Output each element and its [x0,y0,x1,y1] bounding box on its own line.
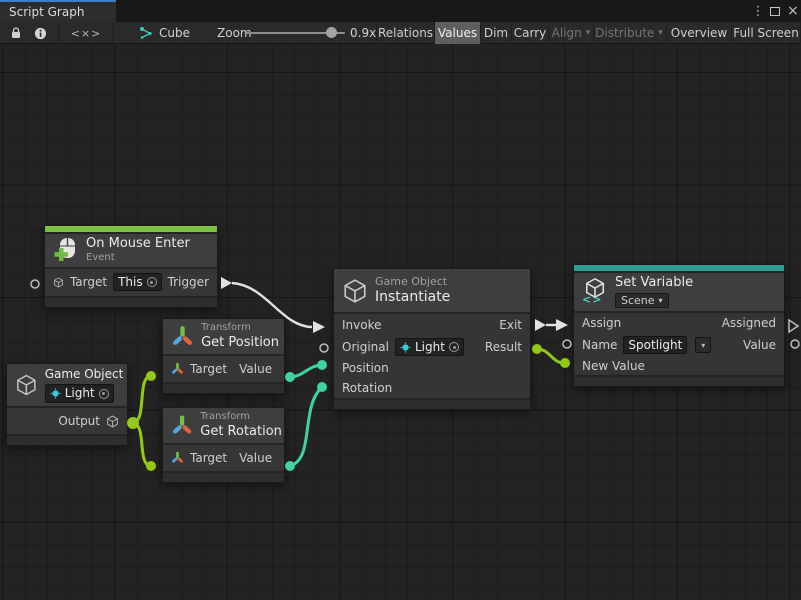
node-set-variable[interactable]: <> Set Variable Scene ▾ Assign Assigned … [573,264,785,387]
port-label-target: Target [70,275,107,289]
node-subtitle: Event [86,252,190,265]
light-icon [400,342,411,353]
game-object-cube-icon [15,373,38,397]
toolbar-button-carry[interactable]: Carry [511,22,548,44]
node-category: Transform [201,322,276,335]
transform-icon [171,362,184,375]
graph-tree-icon [139,26,153,40]
target-value-field[interactable]: This [113,273,162,291]
port-label-exit: Exit [499,318,522,332]
variable-color-bar [574,265,784,271]
transform-icon [171,451,184,464]
node-title: Get Position [201,335,276,351]
tab-title: Script Graph [9,5,84,19]
maximize-button[interactable] [770,0,780,22]
object-picker-icon[interactable] [449,342,459,352]
port-label-name: Name [582,338,617,352]
close-button[interactable]: × [787,0,799,22]
tab-bar: Script Graph ⋮ × [0,0,801,22]
chevron-down-icon: ▾ [701,341,705,350]
game-object-cube-icon [342,278,368,304]
node-footer [334,400,530,409]
node-get-position[interactable]: Transform Get Position Target Value [162,318,285,394]
port-label-position: Position [342,361,389,375]
node-category: Transform [200,411,276,424]
window-menu-button[interactable]: ⋮ [751,0,765,22]
chevron-down-icon: ▾ [658,28,663,38]
game-object-cube-icon [106,415,119,428]
graph-name: Cube [159,22,190,44]
node-title: Game Object [45,367,119,382]
port-label-assign: Assign [582,316,621,330]
info-icon [34,27,47,40]
code-brackets-icon: <> [582,293,602,306]
toolbar-button-align[interactable]: Align ▾ [548,22,593,44]
port-label-assigned: Assigned [722,316,776,330]
node-instantiate[interactable]: Game Object Instantiate Invoke Exit Orig… [333,268,531,410]
node-game-object-variable[interactable]: Game Object Light Output [6,363,128,446]
toolbar-button-distribute[interactable]: Distribute ▾ [593,22,664,44]
port-label-value: Value [239,451,272,465]
mouse-event-icon [53,237,79,263]
unit-preview-button[interactable]: <×> [58,22,114,44]
tab-script-graph[interactable]: Script Graph [0,0,116,22]
port-label-rotation: Rotation [342,381,392,395]
node-footer [163,473,284,482]
variable-kind-dropdown[interactable]: Scene ▾ [615,293,669,308]
transform-icon [171,413,193,437]
zoom-slider-handle[interactable] [326,27,337,38]
object-picker-icon[interactable] [99,389,109,399]
port-label-value: Value [743,338,776,352]
port-label-output: Output [58,414,100,428]
toolbar-button-relations[interactable]: Relations [376,22,434,44]
variable-name-dropdown[interactable]: ▾ [695,337,711,353]
transform-icon [171,324,194,348]
node-title: Instantiate [375,289,450,307]
light-icon [50,388,61,399]
chevron-down-icon: ▾ [586,28,591,38]
object-picker-icon[interactable] [147,277,157,287]
port-label-new-value: New Value [582,359,645,373]
node-title: Set Variable [615,275,693,291]
event-color-bar [45,226,217,232]
lock-button[interactable] [4,22,28,44]
script-graph-window: Script Graph ⋮ × <×> [0,0,801,600]
chevron-down-icon: ▾ [659,296,663,306]
node-get-rotation[interactable]: Transform Get Rotation Target Value [162,407,285,483]
port-label-target: Target [190,451,227,465]
node-title: Get Rotation [200,424,276,440]
graph-toolbar: <×> Cube Zoom 0.9x Relations Values [0,22,801,44]
toolbar-button-overview[interactable]: Overview [666,22,731,44]
kebab-menu-icon: ⋮ [752,4,765,19]
lock-icon [9,26,23,40]
node-title: On Mouse Enter [86,236,190,252]
port-label-trigger: Trigger [168,275,209,289]
node-footer [7,436,127,445]
node-footer [163,384,284,393]
maximize-icon [770,7,780,16]
toolbar-button-fullscreen[interactable]: Full Screen [731,22,801,44]
port-label-result: Result [485,340,522,354]
graph-icon [138,22,154,44]
port-label-invoke: Invoke [342,318,382,332]
node-on-mouse-enter[interactable]: On Mouse Enter Event Target This Trigger [44,225,218,308]
toolbar-button-dim[interactable]: Dim [480,22,511,44]
node-footer [574,377,784,386]
node-footer [45,298,217,307]
game-object-cube-icon [53,276,64,289]
original-value-field[interactable]: Light [395,338,464,356]
variable-name-field[interactable]: Spotlight [623,336,687,354]
node-category: Game Object [375,275,450,289]
port-label-value: Value [239,362,272,376]
unity-variable-icon: <> [582,277,608,307]
close-icon: × [787,3,799,19]
zoom-value: 0.9x [350,22,376,44]
game-object-value-field[interactable]: Light [45,384,114,403]
port-label-target: Target [190,362,227,376]
port-label-original: Original [342,340,389,354]
code-icon: <×> [71,27,102,40]
toolbar-button-values[interactable]: Values [434,22,480,44]
info-button[interactable] [28,22,52,44]
